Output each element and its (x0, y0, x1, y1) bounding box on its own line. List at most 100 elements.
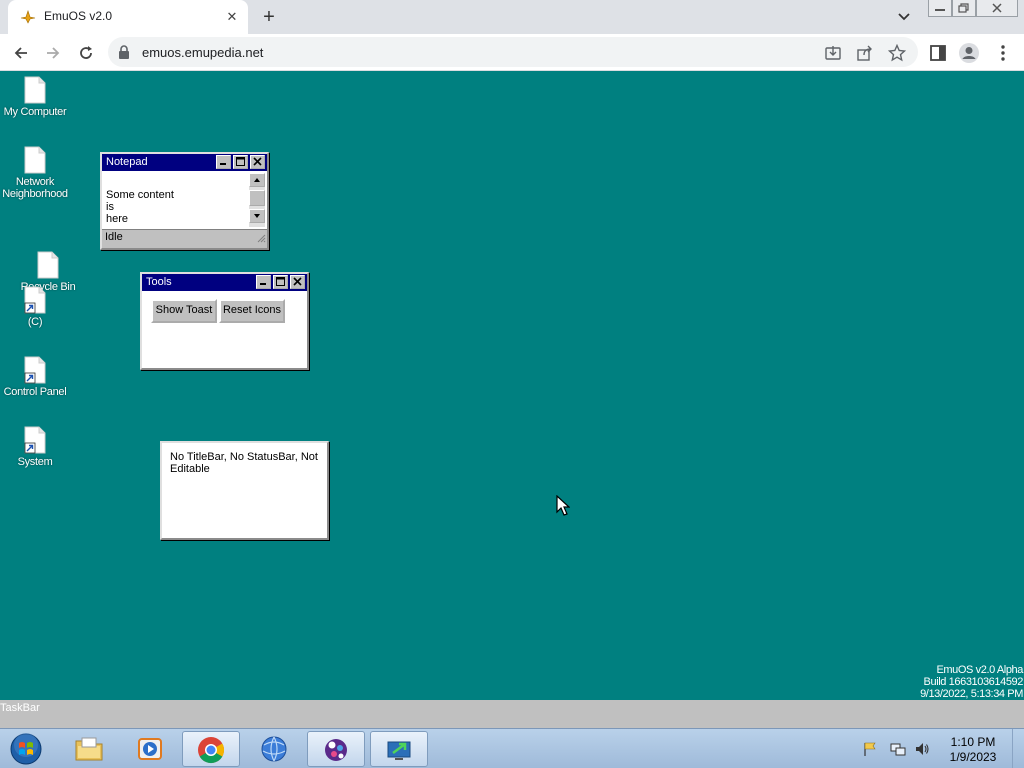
desktop-icon-control-panel[interactable]: Control Panel (0, 356, 70, 398)
reset-icons-button[interactable]: Reset Icons (219, 299, 285, 323)
back-button[interactable] (8, 40, 34, 66)
taskbar-file-explorer[interactable] (60, 731, 118, 767)
notepad-line: is (106, 201, 114, 213)
notepad-line: here (106, 213, 129, 225)
clock-date: 1/9/2023 (949, 750, 997, 764)
browser-tab-strip: EmuOS v2.0 ✕ + (0, 0, 1024, 34)
reload-icon (80, 46, 92, 59)
notepad-titlebar[interactable]: Notepad (102, 154, 267, 171)
taskbar-remote-desktop[interactable] (370, 731, 428, 767)
desktop-icon-label: System (17, 456, 53, 468)
network-icon[interactable] (890, 741, 906, 757)
shortcut-file-icon (24, 356, 46, 384)
forward-arrow-icon (47, 47, 60, 59)
notepad-window[interactable]: Notepad Some content is here Idle (100, 152, 269, 250)
desktop-icon-system[interactable]: System (0, 426, 70, 468)
address-bar[interactable]: emuos.emupedia.net (108, 37, 918, 67)
notepad-text-area[interactable]: Some content is here (102, 171, 267, 229)
version-info: EmuOS v2.0 Alpha Build 1663103614592 9/1… (920, 664, 1023, 700)
browser-tab[interactable]: EmuOS v2.0 ✕ (8, 0, 248, 34)
notepad-scrollbar[interactable] (249, 173, 265, 227)
remote-desktop-icon (387, 741, 411, 760)
media-player-icon (138, 738, 162, 760)
arrow-up-icon (254, 178, 260, 182)
minimize-icon (260, 283, 266, 285)
install-app-icon[interactable] (824, 44, 842, 62)
taskbar-chrome[interactable] (182, 731, 240, 767)
taskbar-media-player[interactable] (121, 731, 179, 767)
maximize-icon (276, 277, 285, 286)
scroll-thumb[interactable] (249, 190, 265, 206)
desktop-icon-my-computer[interactable]: My Computer (0, 76, 70, 118)
show-desktop-button[interactable] (1012, 729, 1024, 768)
show-toast-button[interactable]: Show Toast (151, 299, 217, 323)
chrome-icon (198, 737, 225, 764)
taskbar-clock[interactable]: 1:10 PM 1/9/2023 (940, 735, 1006, 765)
window-restore-button[interactable] (952, 0, 976, 17)
tools-titlebar[interactable]: Tools (142, 274, 307, 291)
window-title: Notepad (106, 156, 148, 168)
maximize-button[interactable] (233, 155, 248, 169)
lock-icon (119, 45, 129, 59)
back-arrow-icon (14, 47, 27, 59)
share-icon[interactable] (856, 44, 874, 62)
mouse-cursor-icon (556, 495, 570, 516)
volume-icon[interactable] (914, 741, 930, 757)
close-icon (992, 3, 1002, 13)
minimize-button[interactable] (256, 275, 271, 289)
tools-body: Show Toast Reset Icons (142, 291, 307, 368)
bookmark-star-icon[interactable] (888, 44, 906, 62)
maximize-icon (236, 157, 245, 166)
notepad-content: Some content is here (106, 189, 174, 225)
file-icon (37, 251, 59, 279)
taskbar-app-launcher[interactable] (307, 731, 365, 767)
desktop-icon-c-drive[interactable]: (C) (0, 286, 70, 328)
minimize-icon (935, 9, 945, 11)
build-line: Build 1663103614592 (923, 676, 1024, 688)
desktop-icon-label: My Computer (3, 106, 67, 118)
window-minimize-button[interactable] (928, 0, 952, 17)
status-text: Idle (105, 231, 123, 243)
file-icon (24, 146, 46, 174)
maximize-button[interactable] (273, 275, 288, 289)
taskbar-internet-explorer[interactable] (245, 731, 303, 767)
minimize-button[interactable] (216, 155, 231, 169)
resize-grip-icon[interactable] (256, 233, 266, 243)
url-text: emuos.emupedia.net (142, 45, 264, 60)
build-date-line: 9/13/2022, 5:13:34 PM (920, 688, 1023, 700)
desktop-icon-label: (C) (27, 316, 43, 328)
notepad-line: Some content (106, 189, 174, 201)
no-titlebar-window[interactable]: No TitleBar, No StatusBar, Not Editable (160, 441, 329, 540)
browser-menu-icon[interactable] (992, 42, 1014, 64)
window-text: No TitleBar, No StatusBar, Not Editable (170, 451, 318, 475)
tools-window[interactable]: Tools Show Toast Reset Icons (140, 272, 309, 370)
scroll-down-button[interactable] (249, 209, 265, 223)
version-line: EmuOS v2.0 Alpha (936, 664, 1023, 676)
window-title: Tools (146, 276, 172, 288)
tab-close-icon[interactable]: ✕ (222, 7, 242, 27)
browser-toolbar: emuos.emupedia.net (0, 34, 1024, 71)
side-panel-icon[interactable] (927, 42, 949, 64)
window-close-button[interactable] (976, 0, 1018, 17)
notepad-statusbar: Idle (102, 229, 267, 244)
profile-avatar-icon[interactable] (958, 42, 980, 64)
desktop-icon-network-neighborhood[interactable]: Network Neighborhood (0, 146, 70, 200)
scroll-up-button[interactable] (249, 173, 265, 187)
new-tab-button[interactable]: + (258, 6, 280, 28)
start-orb-icon[interactable] (7, 731, 45, 767)
tab-title: EmuOS v2.0 (44, 9, 113, 23)
forward-button[interactable] (40, 40, 66, 66)
desktop-icon-label: Network Neighborhood (2, 176, 68, 200)
close-button[interactable] (290, 275, 305, 289)
clock-time: 1:10 PM (950, 735, 996, 749)
taskbar-label: TaskBar (0, 702, 40, 714)
reload-button[interactable] (73, 40, 99, 66)
desktop-icon-label: Control Panel (3, 386, 67, 398)
close-button[interactable] (250, 155, 265, 169)
action-center-flag-icon[interactable] (862, 741, 878, 757)
emuos-favicon-icon (20, 10, 36, 24)
tab-search-chevron-icon[interactable] (894, 8, 914, 26)
emuos-desktop[interactable]: My Computer Network Neighborhood Recycle… (0, 71, 1024, 700)
emuos-taskbar[interactable]: TaskBar (0, 700, 1024, 728)
close-icon (253, 157, 262, 166)
